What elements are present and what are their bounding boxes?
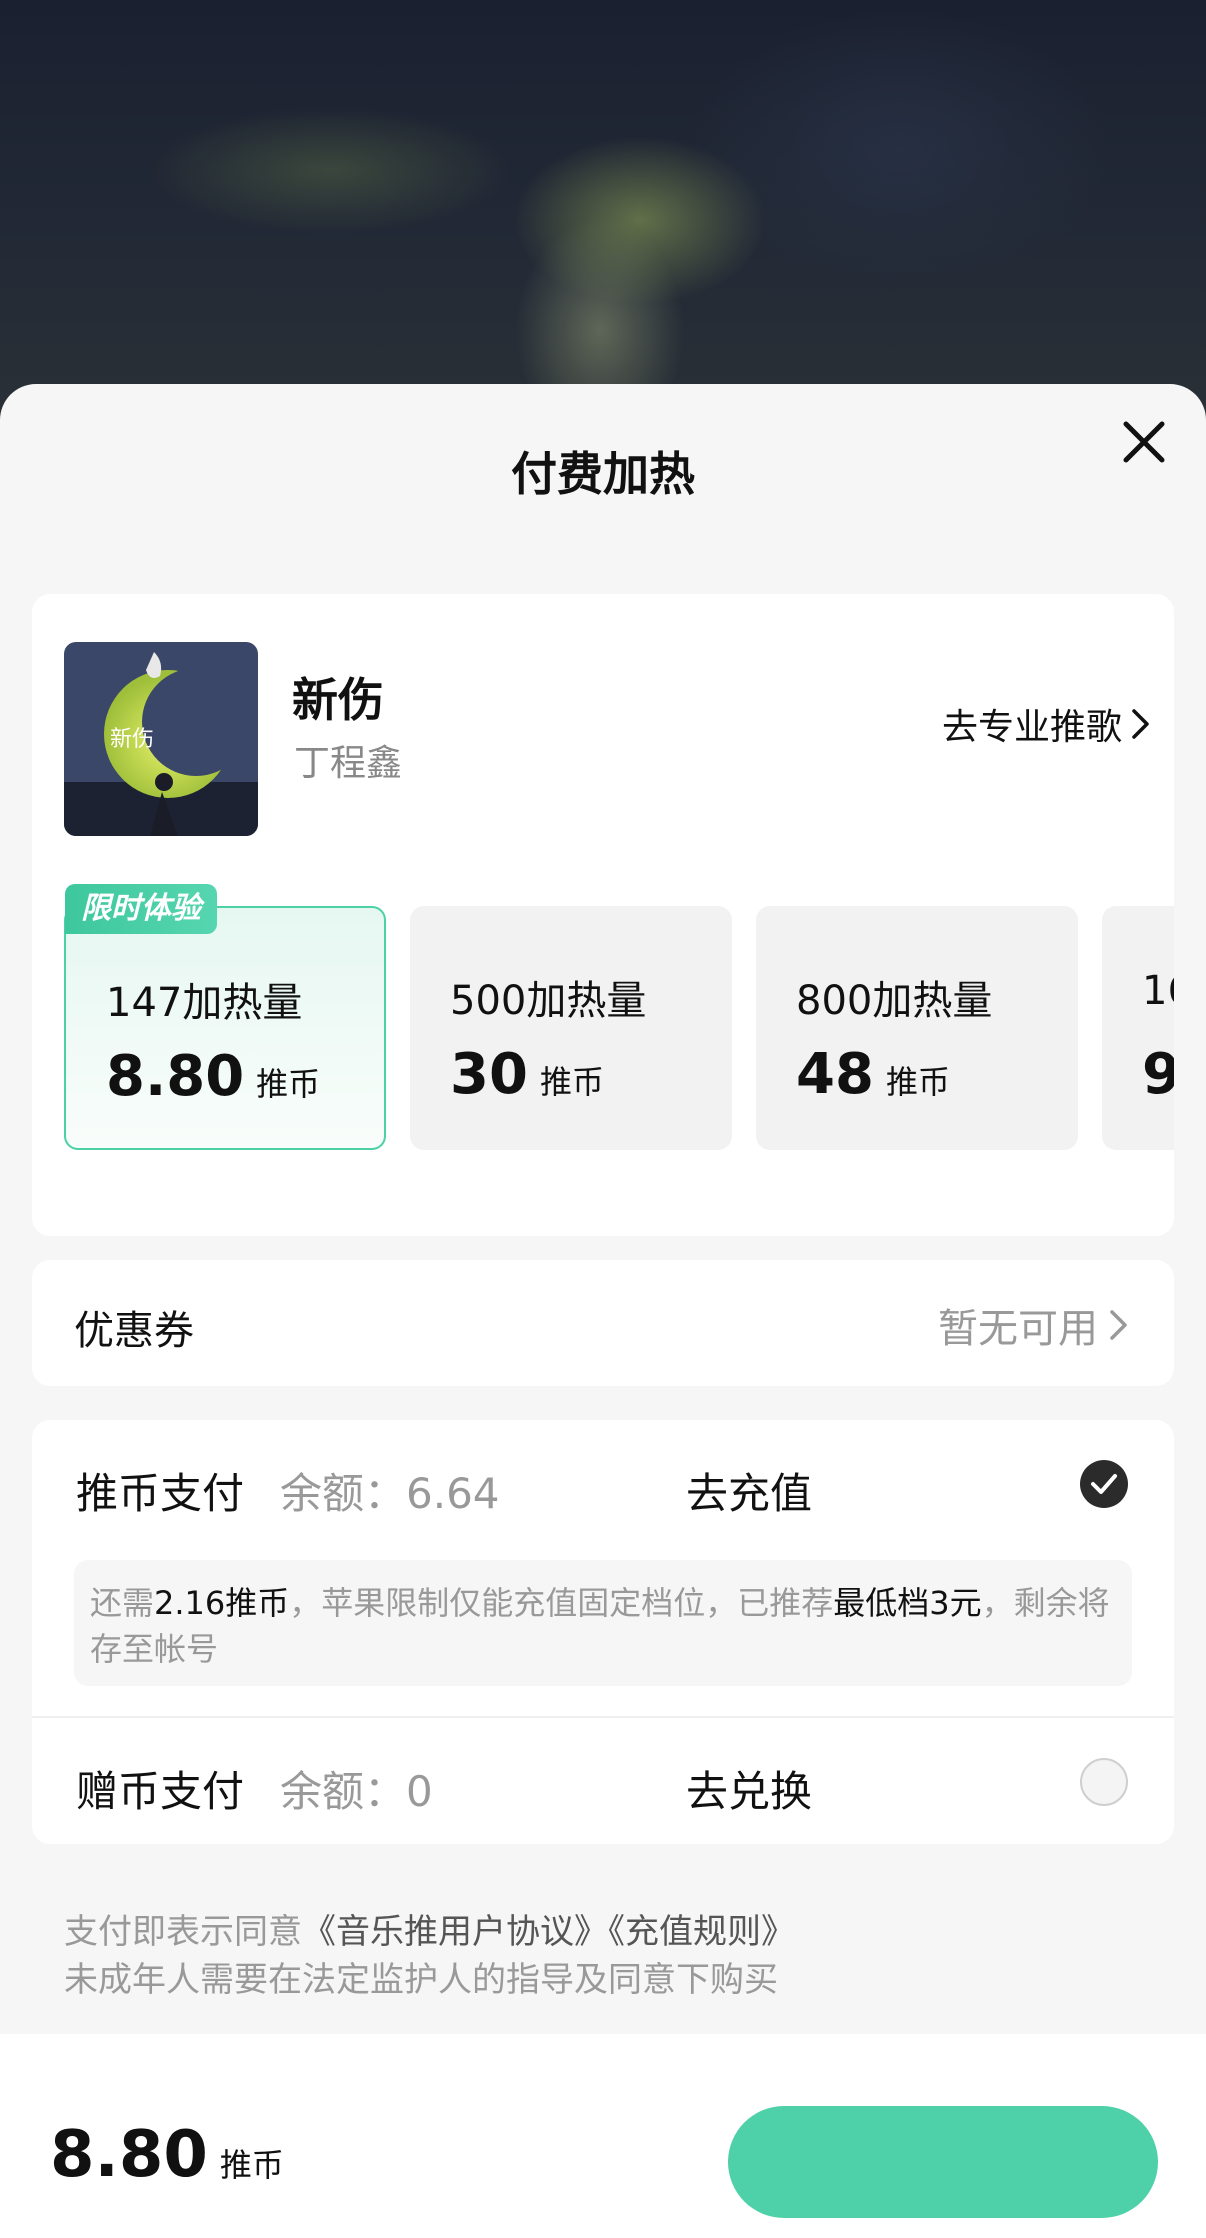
gift-pay-label: 赠币支付: [76, 1767, 245, 1816]
tier-option-800[interactable]: 800加热量 48 推币: [756, 906, 1078, 1150]
coin-pay-radio[interactable]: [1080, 1460, 1128, 1508]
coin-pay-row: 推币支付 余额：6.64 去充值: [32, 1420, 1174, 1550]
minor-notice: 未成年人需要在法定监护人的指导及同意下购买: [64, 1960, 778, 2000]
tier-price-unit: 推币: [885, 1063, 950, 1101]
tier-price-value: 48: [796, 1042, 874, 1107]
tier-option-147[interactable]: 限时体验 147加热量 8.80 推币: [64, 884, 386, 1150]
total-unit: 推币: [219, 2146, 284, 2184]
video-background: [0, 0, 1206, 420]
tier-price: 48 推币: [796, 1042, 950, 1107]
tier-heat: 147加热量: [106, 980, 303, 1026]
tier-option-500[interactable]: 500加热量 30 推币: [410, 906, 732, 1150]
song-title: 新伤: [292, 673, 384, 727]
song-card: 新伤 新伤 丁程鑫 去专业推歌 限时体验 147加热量 8.80 推币 500加…: [32, 594, 1174, 1236]
checkout-bar: 8.80 推币: [0, 2034, 1206, 2238]
coupon-row[interactable]: 优惠券 暂无可用: [32, 1260, 1174, 1386]
chevron-right-icon: [1132, 709, 1149, 739]
check-icon: [1091, 1474, 1117, 1494]
tier-price: 30 推币: [450, 1042, 604, 1107]
notice-text: ，苹果限制仅能充值固定档位，已推荐: [289, 1584, 834, 1622]
confirm-pay-button[interactable]: [728, 2106, 1158, 2218]
svg-text:新伤: 新伤: [110, 727, 154, 752]
tier-heat: 500加热量: [450, 978, 647, 1024]
recharge-link[interactable]: 去充值: [686, 1460, 812, 1521]
limited-time-badge: 限时体验: [65, 884, 217, 934]
coin-pay-label: 推币支付: [76, 1469, 245, 1518]
tier-heat: 800加热量: [796, 978, 993, 1024]
song-artist: 丁程鑫: [294, 743, 403, 784]
sheet-title: 付费加热: [511, 447, 695, 501]
tier-price-unit: 推币: [539, 1063, 604, 1101]
coupon-status: 暂无可用: [938, 1306, 1098, 1352]
chevron-right-icon: [1110, 1310, 1127, 1340]
tier-price-unit: 推币: [256, 1065, 321, 1103]
boost-tier-list: 限时体验 147加热量 8.80 推币 500加热量 30 推币 800加热量 …: [64, 884, 1174, 1150]
tier-price: 8.80 推币: [106, 1044, 320, 1109]
tier-price-value: 8.80: [106, 1044, 245, 1109]
coupon-label: 优惠券: [74, 1308, 194, 1354]
redeem-link[interactable]: 去兑换: [686, 1758, 812, 1819]
album-cover: 新伤: [64, 642, 258, 836]
tier-price-value: 9: [1142, 1042, 1174, 1107]
close-icon[interactable]: [1116, 414, 1172, 470]
tier-price: 9: [1142, 1042, 1174, 1107]
user-agreement-link[interactable]: 《音乐推用户协议》: [302, 1912, 608, 1952]
payment-methods-card: 推币支付 余额：6.64 去充值 还需2.16推币，苹果限制仅能充值固定档位，已…: [32, 1420, 1174, 1844]
coupon-value: 暂无可用: [938, 1296, 1130, 1354]
total-value: 8.80: [50, 2118, 208, 2192]
recharge-rules-link[interactable]: 《充值规则》: [608, 1912, 795, 1952]
tier-price-value: 30: [450, 1042, 528, 1107]
notice-text: 还需: [90, 1584, 155, 1622]
gift-pay-radio[interactable]: [1080, 1758, 1128, 1806]
agreement-text: 支付即表示同意《音乐推用户协议》《充值规则》 未成年人需要在法定监护人的指导及同…: [64, 1908, 795, 2004]
gift-balance: 余额：0: [280, 1767, 433, 1816]
paid-boost-sheet: 付费加热 新伤 新伤 丁程鑫 去专业推歌 限时体验 147加热量 8.80 推币…: [0, 384, 1206, 2238]
agreement-prefix: 支付即表示同意: [64, 1912, 302, 1952]
pro-promote-link[interactable]: 去专业推歌: [942, 698, 1152, 750]
tier-heat: 16: [1142, 968, 1174, 1014]
notice-needed-amount: 2.16推币: [154, 1584, 290, 1622]
coin-balance: 余额：6.64: [280, 1469, 500, 1518]
tier-option-partial[interactable]: 16 9: [1102, 906, 1174, 1150]
notice-recommended-tier: 最低档3元: [833, 1584, 982, 1622]
total-price: 8.80 推币: [50, 2118, 284, 2192]
pro-promote-label: 去专业推歌: [941, 707, 1122, 748]
gift-pay-row: 赠币支付 余额：0 去兑换: [32, 1718, 1174, 1848]
recharge-notice: 还需2.16推币，苹果限制仅能充值固定档位，已推荐最低档3元，剩余将存至帐号: [74, 1560, 1132, 1686]
